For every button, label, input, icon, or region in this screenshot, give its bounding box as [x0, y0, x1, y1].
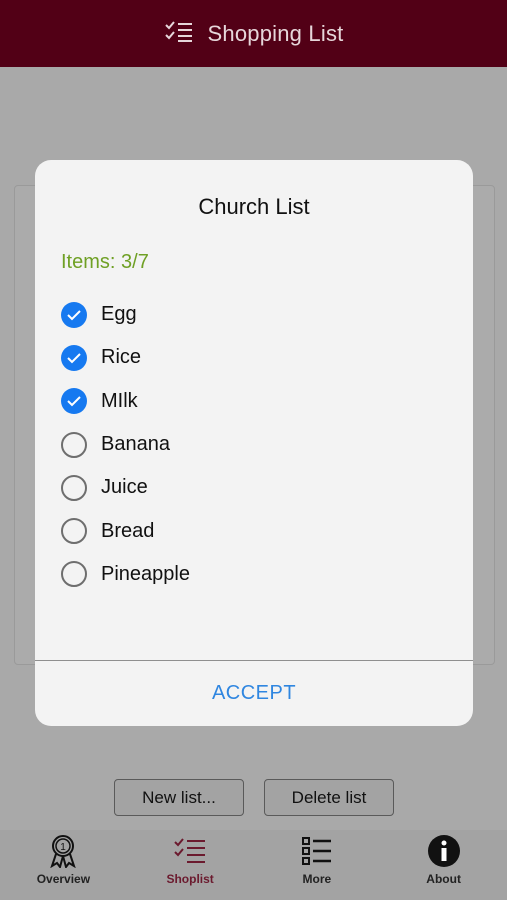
- tab-overview[interactable]: 1 Overview: [0, 830, 127, 900]
- tab-bar: 1 Overview Shoplist More About: [0, 830, 507, 900]
- checkmark-icon: [67, 353, 81, 364]
- tab-label: More: [302, 872, 332, 886]
- tab-shoplist[interactable]: Shoplist: [127, 830, 254, 900]
- list-item[interactable]: Egg: [61, 293, 441, 336]
- unchecked-checkbox[interactable]: [61, 431, 87, 458]
- item-label: Bread: [101, 519, 155, 542]
- tab-label: Shoplist: [166, 872, 214, 886]
- tab-label: Overview: [36, 872, 91, 886]
- list-dialog: Church List Items: 3/7 Egg Rice MIlk Banana…: [35, 160, 473, 726]
- list-item[interactable]: Banana: [61, 423, 441, 466]
- list-item[interactable]: Juice: [61, 466, 441, 509]
- checklist-icon: [164, 19, 194, 48]
- delete-list-button[interactable]: Delete list: [264, 779, 394, 816]
- list-item[interactable]: Rice: [61, 336, 441, 379]
- unchecked-checkbox[interactable]: [61, 561, 87, 588]
- tab-label: About: [426, 872, 461, 886]
- info-icon: [427, 834, 461, 868]
- item-label: MIlk: [101, 389, 138, 412]
- items-count: Items: 3/7: [61, 251, 149, 273]
- accept-button[interactable]: ACCEPT: [35, 661, 473, 726]
- list-item[interactable]: Pineapple: [61, 553, 441, 596]
- new-list-button[interactable]: New list...: [114, 779, 244, 816]
- unchecked-checkbox[interactable]: [61, 518, 87, 545]
- item-label: Rice: [101, 346, 142, 369]
- app-header: Shopping List: [0, 0, 507, 67]
- unchecked-checkbox[interactable]: [61, 474, 87, 501]
- award-icon: 1: [46, 834, 80, 868]
- checked-checkbox[interactable]: [61, 301, 87, 328]
- svg-text:1: 1: [61, 842, 67, 853]
- list-icon: [300, 834, 334, 868]
- dialog-title: Church List: [198, 194, 310, 219]
- list-item[interactable]: MIlk: [61, 380, 441, 423]
- checkmark-icon: [67, 309, 81, 321]
- item-list: Egg Rice MIlk Banana Juice Bread Pineapple: [61, 293, 441, 596]
- checkmark-icon: [67, 396, 81, 407]
- tab-more[interactable]: More: [254, 830, 381, 900]
- item-label: Banana: [101, 433, 170, 456]
- item-label: Juice: [101, 476, 148, 499]
- item-label: Pineapple: [101, 562, 190, 585]
- item-label: Egg: [101, 303, 137, 326]
- tab-about[interactable]: About: [380, 830, 507, 900]
- page-title: Shopping List: [207, 20, 344, 46]
- checked-checkbox[interactable]: [61, 388, 87, 415]
- list-item[interactable]: Bread: [61, 509, 441, 552]
- checked-checkbox[interactable]: [61, 344, 87, 371]
- checklist-icon: [173, 834, 207, 868]
